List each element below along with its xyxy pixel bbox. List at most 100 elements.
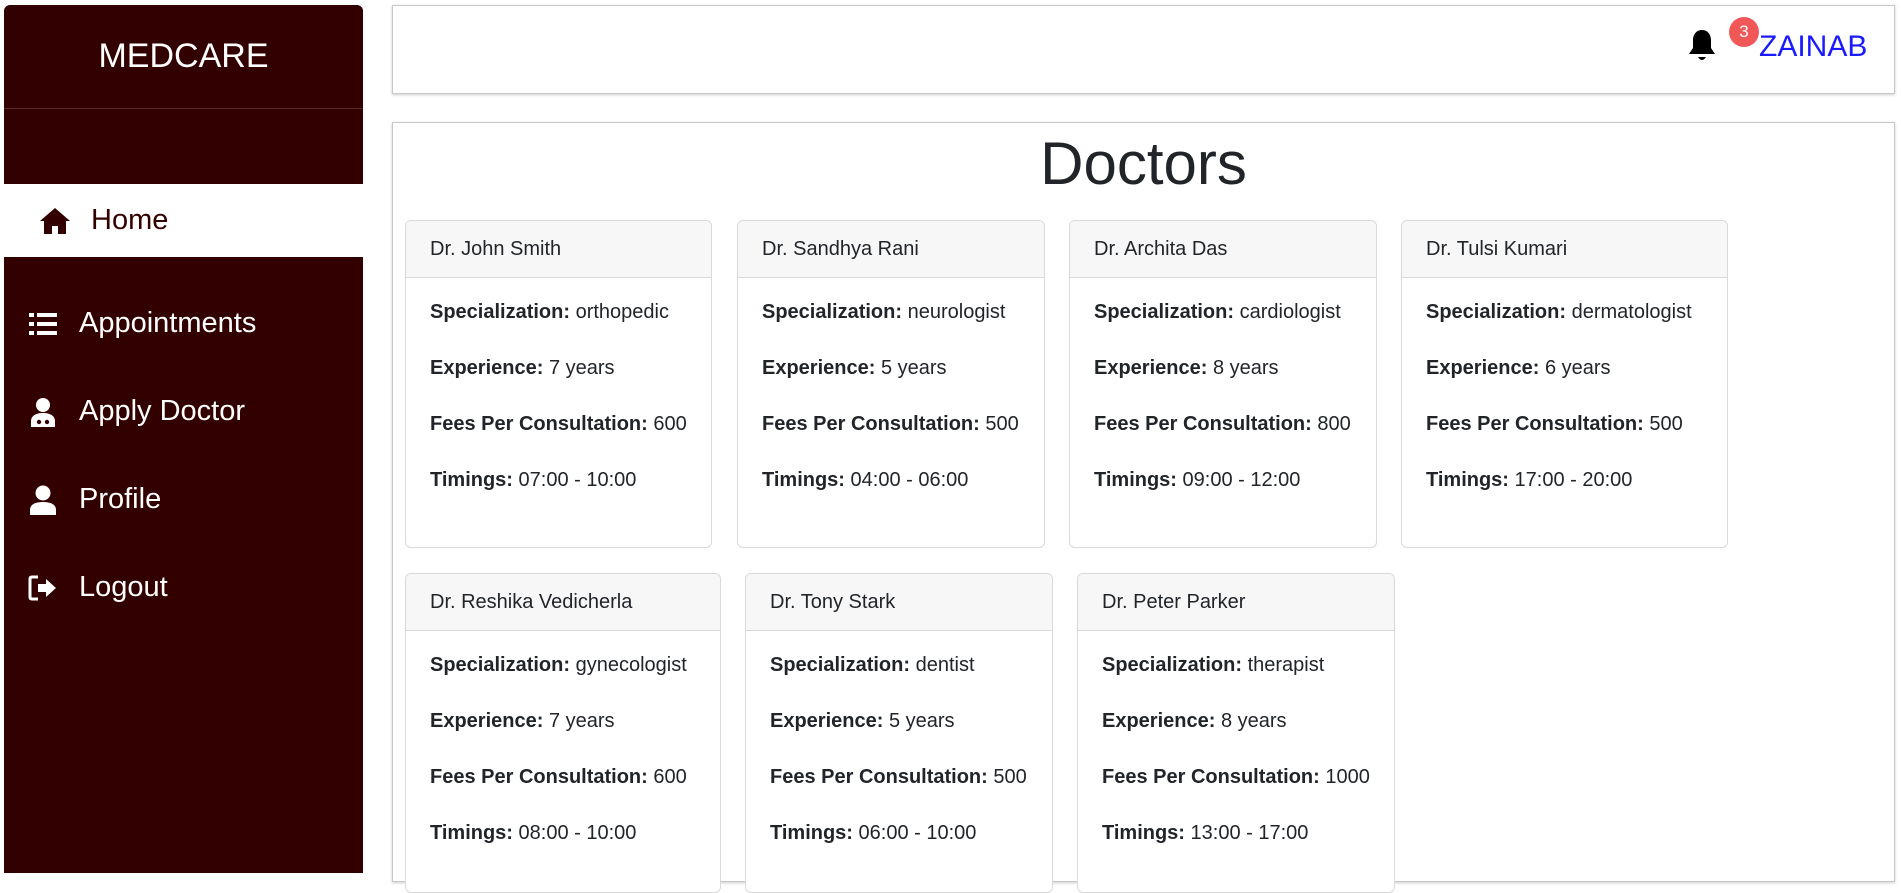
- fees-value: 1000: [1325, 766, 1370, 788]
- timings-value: 13:00 - 17:00: [1190, 822, 1309, 844]
- fees-value: 600: [653, 766, 687, 788]
- bell-icon[interactable]: [1687, 28, 1717, 64]
- doctor-details: Specialization: gynecologist Experience:…: [406, 631, 720, 873]
- doctor-details: Specialization: orthopedic Experience: 7…: [406, 278, 711, 520]
- doctor-name: Dr. Tulsi Kumari: [1402, 221, 1727, 278]
- fees-value: 600: [653, 413, 687, 435]
- experience-row: Experience: 8 years: [1102, 705, 1370, 761]
- doctor-card[interactable]: Dr. Tulsi Kumari Specialization: dermato…: [1401, 220, 1728, 548]
- doctor-name: Dr. John Smith: [406, 221, 711, 278]
- fees-value: 500: [993, 766, 1027, 788]
- specialization-label: Specialization:: [770, 654, 911, 676]
- doctor-card[interactable]: Dr. Reshika Vedicherla Specialization: g…: [405, 573, 721, 893]
- doctor-details: Specialization: neurologist Experience: …: [738, 278, 1044, 520]
- experience-value: 7 years: [548, 710, 615, 732]
- timings-value: 08:00 - 10:00: [518, 822, 637, 844]
- experience-value: 5 years: [880, 357, 947, 379]
- specialization-label: Specialization:: [430, 301, 571, 323]
- user-icon: [27, 484, 59, 516]
- fees-value: 500: [1649, 413, 1683, 435]
- timings-value: 17:00 - 20:00: [1514, 469, 1633, 491]
- fees-label: Fees Per Consultation:: [762, 413, 980, 435]
- sidebar-item-label: Apply Doctor: [79, 395, 246, 427]
- logout-icon: [27, 572, 59, 604]
- fees-row: Fees Per Consultation: 600: [430, 408, 687, 464]
- specialization-row: Specialization: dentist: [770, 649, 1028, 705]
- specialization-label: Specialization:: [430, 654, 571, 676]
- doctor-details: Specialization: cardiologist Experience:…: [1070, 278, 1376, 520]
- timings-row: Timings: 08:00 - 10:00: [430, 817, 696, 873]
- fees-row: Fees Per Consultation: 500: [1426, 408, 1703, 464]
- doctor-card[interactable]: Dr. Archita Das Specialization: cardiolo…: [1069, 220, 1377, 548]
- timings-label: Timings:: [1102, 822, 1185, 844]
- doctor-card[interactable]: Dr. John Smith Specialization: orthopedi…: [405, 220, 712, 548]
- sidebar-item-profile[interactable]: Profile: [4, 463, 363, 536]
- home-icon: [39, 205, 71, 237]
- doctor-details: Specialization: therapist Experience: 8 …: [1078, 631, 1394, 873]
- timings-label: Timings:: [1094, 469, 1177, 491]
- specialization-value: orthopedic: [575, 301, 669, 323]
- specialization-value: gynecologist: [575, 654, 687, 676]
- fees-row: Fees Per Consultation: 500: [762, 408, 1020, 464]
- brand-logo: MEDCARE: [4, 5, 363, 109]
- timings-row: Timings: 13:00 - 17:00: [1102, 817, 1370, 873]
- fees-label: Fees Per Consultation:: [1094, 413, 1312, 435]
- timings-row: Timings: 06:00 - 10:00: [770, 817, 1028, 873]
- experience-value: 7 years: [548, 357, 615, 379]
- fees-value: 800: [1317, 413, 1351, 435]
- doctor-name: Dr. Tony Stark: [746, 574, 1052, 631]
- experience-label: Experience:: [430, 357, 544, 379]
- main-content: Doctors Dr. John Smith Specialization: o…: [392, 122, 1895, 893]
- fees-label: Fees Per Consultation:: [1426, 413, 1644, 435]
- specialization-value: dermatologist: [1571, 301, 1692, 323]
- specialization-value: dentist: [915, 654, 975, 676]
- sidebar-item-label: Home: [91, 204, 169, 236]
- experience-label: Experience:: [770, 710, 884, 732]
- sidebar-item-label: Profile: [79, 483, 162, 515]
- timings-label: Timings:: [430, 469, 513, 491]
- fees-row: Fees Per Consultation: 800: [1094, 408, 1352, 464]
- timings-row: Timings: 17:00 - 20:00: [1426, 464, 1703, 520]
- specialization-value: cardiologist: [1239, 301, 1341, 323]
- username-link[interactable]: ZAINAB: [1759, 30, 1867, 64]
- specialization-label: Specialization:: [762, 301, 903, 323]
- experience-label: Experience:: [430, 710, 544, 732]
- doctor-name: Dr. Sandhya Rani: [738, 221, 1044, 278]
- sidebar-item-home[interactable]: Home: [4, 184, 363, 257]
- specialization-value: therapist: [1247, 654, 1325, 676]
- doctor-card[interactable]: Dr. Sandhya Rani Specialization: neurolo…: [737, 220, 1045, 548]
- timings-row: Timings: 04:00 - 06:00: [762, 464, 1020, 520]
- experience-row: Experience: 7 years: [430, 705, 696, 761]
- sidebar-item-logout[interactable]: Logout: [4, 551, 363, 624]
- sidebar-menu: Home Appointments Apply Doctor Profile L…: [4, 184, 363, 624]
- fees-value: 500: [985, 413, 1019, 435]
- timings-value: 04:00 - 06:00: [850, 469, 969, 491]
- specialization-label: Specialization:: [1426, 301, 1567, 323]
- doctor-card[interactable]: Dr. Tony Stark Specialization: dentist E…: [745, 573, 1053, 893]
- experience-value: 5 years: [888, 710, 955, 732]
- doctor-details: Specialization: dermatologist Experience…: [1402, 278, 1727, 520]
- experience-row: Experience: 5 years: [770, 705, 1028, 761]
- sidebar-item-appointments[interactable]: Appointments: [4, 287, 363, 360]
- sidebar-item-apply-doctor[interactable]: Apply Doctor: [4, 375, 363, 448]
- top-bar: 3 ZAINAB: [392, 5, 1895, 94]
- doctor-name: Dr. Archita Das: [1070, 221, 1376, 278]
- doctor-card[interactable]: Dr. Peter Parker Specialization: therapi…: [1077, 573, 1395, 893]
- fees-label: Fees Per Consultation:: [430, 413, 648, 435]
- experience-row: Experience: 8 years: [1094, 352, 1352, 408]
- timings-label: Timings:: [1426, 469, 1509, 491]
- list-icon: [27, 308, 59, 340]
- sidebar: MEDCARE Home Appointments Apply Doctor P…: [4, 5, 363, 873]
- specialization-label: Specialization:: [1094, 301, 1235, 323]
- fees-row: Fees Per Consultation: 600: [430, 761, 696, 817]
- timings-row: Timings: 07:00 - 10:00: [430, 464, 687, 520]
- page-title: Doctors: [1040, 130, 1247, 197]
- specialization-row: Specialization: therapist: [1102, 649, 1370, 705]
- fees-label: Fees Per Consultation:: [430, 766, 648, 788]
- timings-label: Timings:: [430, 822, 513, 844]
- specialization-value: neurologist: [907, 301, 1006, 323]
- experience-row: Experience: 6 years: [1426, 352, 1703, 408]
- timings-row: Timings: 09:00 - 12:00: [1094, 464, 1352, 520]
- doctor-details: Specialization: dentist Experience: 5 ye…: [746, 631, 1052, 873]
- experience-label: Experience:: [762, 357, 876, 379]
